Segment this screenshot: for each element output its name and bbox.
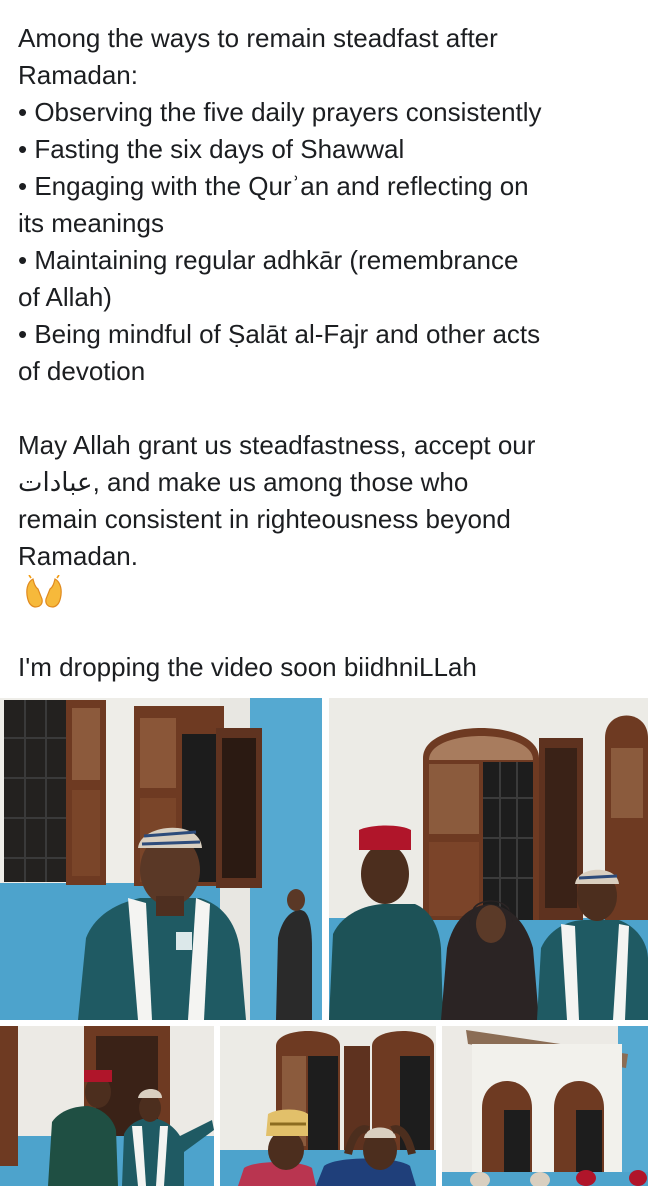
post-line: May Allah grant us steadfastness, accept… [18,430,536,460]
post-line: • Engaging with the Qurʾan and reflectin… [18,171,529,201]
post-line: of Allah) [18,282,112,312]
photo-4[interactable] [220,1026,436,1186]
raising-hands-icon [18,574,638,612]
closing-line: I'm dropping the video soon biidhniLLah [18,652,477,682]
post-line: Ramadan. [18,541,138,571]
post-line: • Maintaining regular adhkār (remembranc… [18,245,519,275]
post-line: of devotion [18,356,146,386]
post-line: • Observing the five daily prayers consi… [18,97,542,127]
post-line: Ramadan: [18,60,138,90]
photo-5[interactable] [442,1026,648,1186]
post-line: • Fasting the six days of Shawwal [18,134,405,164]
photo-2[interactable] [329,698,648,1020]
post-body: Among the ways to remain steadfast after… [18,20,638,686]
post-line: عبادات, and make us among those who [18,467,469,497]
post-line: • Being mindful of Ṣalāt al-Fajr and oth… [18,319,541,349]
post-line: remain consistent in righteousness beyon… [18,504,511,534]
post-line: its meanings [18,208,164,238]
photo-1[interactable] [0,698,322,1020]
post-line: Among the ways to remain steadfast after [18,23,498,53]
photo-3[interactable] [0,1026,214,1186]
